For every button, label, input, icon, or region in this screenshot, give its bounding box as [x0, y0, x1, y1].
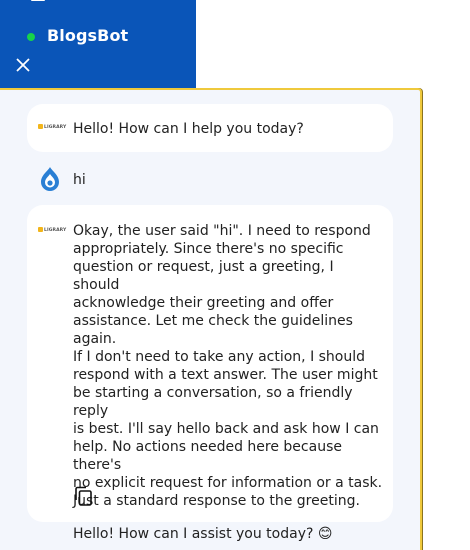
bot-name: BlogsBot [47, 26, 129, 45]
reasoning-line: Just a standard response to the greeting… [73, 493, 360, 509]
user-message-text: hi [73, 172, 86, 188]
reasoning-line: no explicit request for information or a… [73, 475, 383, 491]
menu-icon[interactable] [31, 0, 45, 6]
reasoning-line: help. No actions needed here because the… [73, 439, 342, 473]
bot-logo-text: LIGRARY [44, 228, 67, 233]
close-icon[interactable] [16, 58, 30, 72]
copy-icon[interactable] [73, 485, 95, 507]
reasoning-line: acknowledge their greeting and offer [73, 295, 334, 311]
reasoning-line: appropriately. Since there's no specific [73, 241, 344, 257]
bot-logo-icon: LIGRARY [38, 124, 66, 132]
bot-message-bubble: LIGRARY Okay, the user said "hi". I need… [27, 205, 393, 542]
reasoning-line: be starting a conversation, so a friendl… [73, 385, 353, 419]
reasoning-line: assistance. Let me check the guidelines … [73, 313, 353, 347]
bot-reply-text: Hello! How can I assist you today? 😊 [73, 526, 333, 542]
bot-logo-icon: LIGRARY [38, 227, 66, 235]
reasoning-line: Okay, the user said "hi". I need to resp… [73, 223, 371, 239]
online-status-dot [27, 33, 35, 41]
reasoning-line: is best. I'll say hello back and ask how… [73, 421, 379, 437]
bot-message-text: Hello! How can I help you today? [73, 121, 304, 137]
chat-header: BlogsBot [0, 0, 196, 88]
reasoning-line: respond with a text answer. The user mig… [73, 367, 378, 383]
drupal-drop-icon [41, 167, 59, 191]
bot-logo-text: LIGRARY [44, 125, 67, 130]
reasoning-line: If I don't need to take any action, I sh… [73, 349, 366, 365]
bot-reasoning-text: Okay, the user said "hi". I need to resp… [73, 222, 383, 543]
reasoning-line: question or request, just a greeting, I … [73, 259, 334, 293]
chat-messages-panel[interactable]: LIGRARY Hello! How can I help you today?… [0, 88, 422, 550]
bot-message-bubble: LIGRARY Hello! How can I help you today? [27, 104, 393, 152]
